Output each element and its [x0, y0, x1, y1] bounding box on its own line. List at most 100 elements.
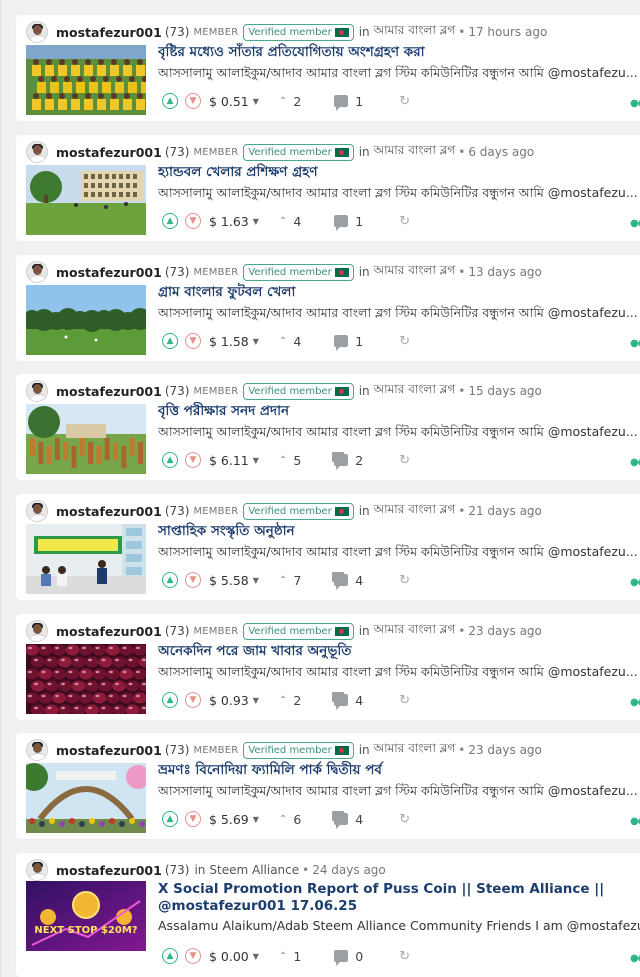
post-title[interactable]: অনেকদিন পরে জাম খাবার অনুভূতি	[158, 642, 640, 660]
chevron-up-icon[interactable]: ▲	[162, 213, 178, 229]
author-link[interactable]: mostafezur001	[56, 25, 162, 40]
more-dots-icon[interactable]: ●●	[630, 338, 640, 349]
post-card[interactable]: mostafezur001 (73) MEMBER Verified membe…	[16, 374, 640, 480]
post-thumbnail[interactable]	[26, 524, 146, 594]
chevron-up-icon[interactable]: ▲	[162, 452, 178, 468]
post-excerpt[interactable]: আসসালামু আলাইকুম/আদাব আমার বাংলা ব্লগ স্…	[158, 543, 640, 560]
more-dots-icon[interactable]: ●●	[630, 697, 640, 708]
author-link[interactable]: mostafezur001	[56, 624, 162, 639]
chevron-up-icon[interactable]: ▲	[162, 333, 178, 349]
post-excerpt[interactable]: আসসালামু আলাইকুম/আদাব আমার বাংলা ব্লগ স্…	[158, 184, 640, 201]
post-title[interactable]: সাপ্তাহিক সংস্কৃতি অনুষ্ঠান	[158, 522, 640, 540]
vote-count[interactable]: ⌃ 4	[279, 334, 301, 349]
reply-count[interactable]: 1	[334, 214, 363, 231]
author-link[interactable]: mostafezur001	[56, 265, 162, 280]
post-title[interactable]: বৃষ্টির মধ্যেও সাঁতার প্রতিযোগিতায় অংশগ…	[158, 43, 640, 61]
avatar[interactable]	[26, 859, 48, 881]
chevron-up-icon[interactable]: ▲	[162, 948, 178, 964]
caret-down-icon[interactable]: ▼	[253, 217, 259, 226]
chevron-down-icon[interactable]: ▼	[185, 811, 201, 827]
post-title[interactable]: গ্রাম বাংলার ফুটবল খেলা	[158, 283, 640, 301]
author-link[interactable]: mostafezur001	[56, 504, 162, 519]
reply-count[interactable]: 1	[334, 94, 363, 111]
post-age[interactable]: 23 days ago	[468, 624, 542, 638]
post-thumbnail[interactable]	[26, 644, 146, 714]
community-link[interactable]: আমার বাংলা ব্লগ	[374, 740, 456, 760]
chevron-up-icon[interactable]: ▲	[162, 93, 178, 109]
chevron-down-icon[interactable]: ▼	[185, 93, 201, 109]
resteem-icon[interactable]: ↻	[399, 573, 410, 588]
more-dots-icon[interactable]: ●●	[630, 816, 640, 827]
post-card[interactable]: mostafezur001 (73) MEMBER Verified membe…	[16, 494, 640, 600]
payout-value[interactable]: $ 5.58	[209, 573, 249, 588]
post-age[interactable]: 24 days ago	[312, 863, 386, 877]
payout-value[interactable]: $ 5.69	[209, 812, 249, 827]
chevron-down-icon[interactable]: ▼	[185, 213, 201, 229]
avatar[interactable]	[26, 739, 48, 761]
post-card[interactable]: mostafezur001 (73) in Steem Alliance • 2…	[16, 853, 640, 977]
author-link[interactable]: mostafezur001	[56, 863, 162, 878]
payout-value[interactable]: $ 0.93	[209, 693, 249, 708]
post-card[interactable]: mostafezur001 (73) MEMBER Verified membe…	[16, 614, 640, 720]
chevron-down-icon[interactable]: ▼	[185, 452, 201, 468]
community-link[interactable]: Steem Alliance	[209, 863, 299, 877]
resteem-icon[interactable]: ↻	[399, 94, 410, 109]
resteem-icon[interactable]: ↻	[399, 453, 410, 468]
caret-down-icon[interactable]: ▼	[253, 696, 259, 705]
author-link[interactable]: mostafezur001	[56, 743, 162, 758]
post-thumbnail[interactable]	[26, 285, 146, 355]
resteem-icon[interactable]: ↻	[399, 949, 410, 964]
post-excerpt[interactable]: আসসালামু আলাইকুম/আদাব আমার বাংলা ব্লগ স্…	[158, 423, 640, 440]
reply-count[interactable]: 4	[334, 693, 363, 710]
community-link[interactable]: আমার বাংলা ব্লগ	[374, 621, 456, 641]
post-excerpt[interactable]: Assalamu Alaikum/Adab Steem Alliance Com…	[158, 917, 640, 934]
caret-down-icon[interactable]: ▼	[253, 815, 259, 824]
author-link[interactable]: mostafezur001	[56, 145, 162, 160]
vote-count[interactable]: ⌃ 6	[279, 812, 301, 827]
resteem-icon[interactable]: ↻	[399, 812, 410, 827]
post-thumbnail[interactable]	[26, 404, 146, 474]
post-age[interactable]: 6 days ago	[468, 145, 534, 159]
avatar[interactable]	[26, 261, 48, 283]
post-card[interactable]: mostafezur001 (73) MEMBER Verified membe…	[16, 733, 640, 839]
caret-down-icon[interactable]: ▼	[253, 456, 259, 465]
payout-value[interactable]: $ 0.51	[209, 94, 249, 109]
post-thumbnail[interactable]	[26, 165, 146, 235]
more-dots-icon[interactable]: ●●	[630, 457, 640, 468]
vote-count[interactable]: ⌃ 2	[279, 693, 301, 708]
reply-count[interactable]: 2	[334, 453, 363, 470]
author-link[interactable]: mostafezur001	[56, 384, 162, 399]
avatar[interactable]	[26, 21, 48, 43]
reply-count[interactable]: 0	[334, 949, 363, 966]
post-thumbnail[interactable]: NEXT STOP $20M?	[26, 881, 146, 951]
payout-value[interactable]: $ 1.58	[209, 334, 249, 349]
post-excerpt[interactable]: আসসালামু আলাইকুম/আদাব আমার বাংলা ব্লগ স্…	[158, 304, 640, 321]
post-age[interactable]: 15 days ago	[468, 384, 542, 398]
more-dots-icon[interactable]: ●●	[630, 577, 640, 588]
vote-count[interactable]: ⌃ 2	[279, 94, 301, 109]
caret-down-icon[interactable]: ▼	[253, 576, 259, 585]
chevron-up-icon[interactable]: ▲	[162, 692, 178, 708]
more-dots-icon[interactable]: ●●	[630, 98, 640, 109]
payout-value[interactable]: $ 1.63	[209, 214, 249, 229]
post-card[interactable]: mostafezur001 (73) MEMBER Verified membe…	[16, 255, 640, 361]
post-excerpt[interactable]: আসসালামু আলাইকুম/আদাব আমার বাংলা ব্লগ স্…	[158, 64, 640, 81]
post-thumbnail[interactable]	[26, 45, 146, 115]
reply-count[interactable]: 4	[334, 812, 363, 829]
community-link[interactable]: আমার বাংলা ব্লগ	[374, 262, 456, 282]
chevron-down-icon[interactable]: ▼	[185, 572, 201, 588]
chevron-up-icon[interactable]: ▲	[162, 811, 178, 827]
avatar[interactable]	[26, 620, 48, 642]
community-link[interactable]: আমার বাংলা ব্লগ	[374, 501, 456, 521]
community-link[interactable]: আমার বাংলা ব্লগ	[374, 22, 456, 42]
post-title[interactable]: X Social Promotion Report of Puss Coin |…	[158, 881, 640, 915]
community-link[interactable]: আমার বাংলা ব্লগ	[374, 142, 456, 162]
reply-count[interactable]: 1	[334, 334, 363, 351]
vote-count[interactable]: ⌃ 5	[279, 453, 301, 468]
more-dots-icon[interactable]: ●●	[630, 953, 640, 964]
chevron-up-icon[interactable]: ▲	[162, 572, 178, 588]
post-thumbnail[interactable]	[26, 763, 146, 833]
chevron-down-icon[interactable]: ▼	[185, 692, 201, 708]
caret-down-icon[interactable]: ▼	[253, 97, 259, 106]
post-title[interactable]: ভ্রমণঃ বিনোদিয়া ফ্যামিলি পার্ক দ্বিতীয়…	[158, 761, 640, 779]
